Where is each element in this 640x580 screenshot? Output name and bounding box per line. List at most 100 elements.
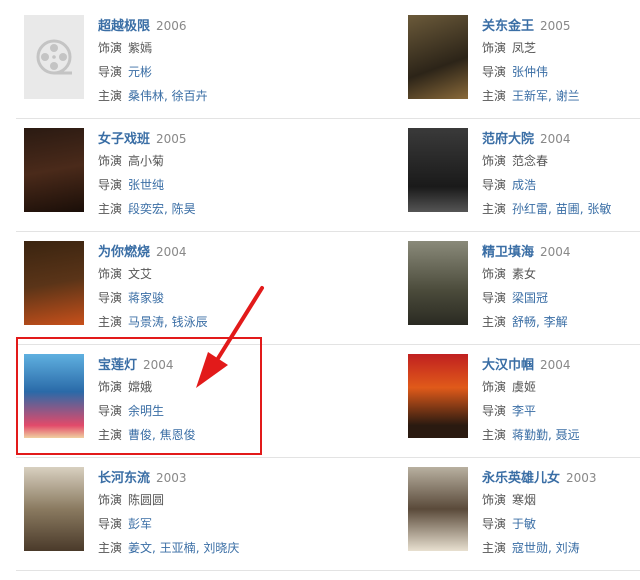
cast-label: 主演: [98, 202, 123, 216]
film-title-link[interactable]: 女子戏班: [98, 132, 150, 147]
title-line: 关东金王 2005: [482, 15, 640, 35]
cast-line: 主演 孙红雷, 苗圃, 张敏: [482, 198, 640, 220]
cast-label: 主演: [98, 541, 123, 555]
director-link[interactable]: 李平: [512, 404, 536, 418]
cast-line: 主演 王新军, 谢兰: [482, 85, 640, 107]
film-title-link[interactable]: 精卫填海: [482, 245, 534, 260]
film-info: 女子戏班 2005 饰演 高小菊 导演 张世纯 主演 段奕宏, 陈昊: [98, 128, 324, 220]
cast-member-link[interactable]: 王亚楠: [160, 541, 196, 555]
director-link[interactable]: 彭军: [128, 517, 152, 531]
role-name: 高小菊: [128, 154, 165, 168]
poster-image[interactable]: [408, 354, 468, 438]
cast-separator: ,: [164, 89, 172, 103]
role-label: 饰演: [98, 267, 123, 281]
cast-member-link[interactable]: 刘涛: [556, 541, 580, 555]
film-info: 关东金王 2005 饰演 凤芝 导演 张仲伟 主演 王新军, 谢兰: [482, 15, 640, 107]
cast-member-link[interactable]: 张敏: [587, 202, 611, 216]
cast-member-link[interactable]: 马景涛: [128, 315, 164, 329]
cast-member-link[interactable]: 李解: [544, 315, 568, 329]
director-label: 导演: [98, 65, 123, 79]
cast-line: 主演 段奕宏, 陈昊: [98, 198, 324, 220]
director-line: 导演 张仲伟: [482, 61, 640, 83]
film-title-link[interactable]: 大汉巾帼: [482, 358, 534, 373]
director-label: 导演: [98, 517, 123, 531]
row-divider: [16, 231, 640, 232]
director-line: 导演 李平: [482, 400, 640, 422]
role-name: 寒烟: [512, 493, 537, 507]
director-link[interactable]: 梁国冠: [512, 291, 548, 305]
film-title-link[interactable]: 范府大院: [482, 132, 534, 147]
cast-member-link[interactable]: 徐百卉: [172, 89, 208, 103]
director-link[interactable]: 张世纯: [128, 178, 164, 192]
director-link[interactable]: 张仲伟: [512, 65, 548, 79]
film-title-link[interactable]: 长河东流: [98, 471, 150, 486]
role-label: 饰演: [98, 41, 123, 55]
director-label: 导演: [98, 291, 123, 305]
role-name: 紫嫣: [128, 41, 153, 55]
cast-member-link[interactable]: 刘晓庆: [203, 541, 239, 555]
cast-line: 主演 舒畅, 李解: [482, 311, 640, 333]
role-name: 素女: [512, 267, 537, 281]
cast-member-link[interactable]: 钱泳辰: [172, 315, 208, 329]
cast-separator: ,: [536, 315, 544, 329]
film-year: 2003: [156, 471, 187, 485]
director-label: 导演: [482, 517, 507, 531]
film-info: 永乐英雄儿女 2003 饰演 寒烟 导演 于敏 主演 寇世勋, 刘涛: [482, 467, 640, 559]
director-link[interactable]: 成浩: [512, 178, 536, 192]
cast-member-link[interactable]: 寇世勋: [512, 541, 548, 555]
director-line: 导演 彭军: [98, 513, 324, 535]
film-year: 2004: [156, 245, 187, 259]
role-line: 饰演 紫嫣: [98, 37, 324, 59]
cast-member-link[interactable]: 段奕宏: [128, 202, 164, 216]
cast-member-link[interactable]: 蒋勤勤: [512, 428, 548, 442]
cast-member-link[interactable]: 舒畅: [512, 315, 536, 329]
film-title-link[interactable]: 为你燃烧: [98, 245, 150, 260]
poster-image[interactable]: [408, 241, 468, 325]
director-label: 导演: [482, 291, 507, 305]
director-label: 导演: [482, 65, 507, 79]
film-reel-placeholder-icon[interactable]: [24, 15, 84, 99]
film-info: 长河东流 2003 饰演 陈圆圆 导演 彭军 主演 姜文, 王亚楠, 刘晓庆: [98, 467, 324, 559]
director-label: 导演: [482, 178, 507, 192]
cast-separator: ,: [164, 315, 172, 329]
role-label: 饰演: [482, 267, 507, 281]
title-line: 大汉巾帼 2004: [482, 354, 640, 374]
cast-member-link[interactable]: 聂远: [556, 428, 580, 442]
role-line: 饰演 素女: [482, 263, 640, 285]
film-title-link[interactable]: 超越极限: [98, 19, 150, 34]
poster-image[interactable]: [408, 15, 468, 99]
title-line: 永乐英雄儿女 2003: [482, 467, 640, 487]
poster-image[interactable]: [408, 128, 468, 212]
cast-member-link[interactable]: 桑伟林: [128, 89, 164, 103]
film-year: 2004: [540, 132, 571, 146]
film-card: 范府大院 2004 饰演 范念春 导演 成浩 主演 孙红雷, 苗圃, 张敏: [408, 128, 640, 241]
poster-image[interactable]: [24, 128, 84, 212]
director-link[interactable]: 于敏: [512, 517, 536, 531]
cast-member-link[interactable]: 王新军: [512, 89, 548, 103]
director-link[interactable]: 元彬: [128, 65, 152, 79]
film-row: 长河东流 2003 饰演 陈圆圆 导演 彭军 主演 姜文, 王亚楠, 刘晓庆 永乐英雄儿女 200…: [0, 467, 640, 580]
director-link[interactable]: 蒋家骏: [128, 291, 164, 305]
role-name: 陈圆圆: [128, 493, 165, 507]
role-label: 饰演: [482, 493, 507, 507]
cast-label: 主演: [98, 315, 123, 329]
director-line: 导演 张世纯: [98, 174, 324, 196]
poster-image[interactable]: [24, 467, 84, 551]
title-line: 女子戏班 2005: [98, 128, 324, 148]
film-card: 女子戏班 2005 饰演 高小菊 导演 张世纯 主演 段奕宏, 陈昊: [24, 128, 324, 241]
cast-member-link[interactable]: 姜文: [128, 541, 152, 555]
director-line: 导演 蒋家骏: [98, 287, 324, 309]
film-title-link[interactable]: 关东金王: [482, 19, 534, 34]
filmography-grid: 超越极限 2006 饰演 紫嫣 导演 元彬 主演 桑伟林, 徐百卉 关东金王 2005 饰演 凤芝 导演…: [0, 0, 640, 572]
film-info: 范府大院 2004 饰演 范念春 导演 成浩 主演 孙红雷, 苗圃, 张敏: [482, 128, 640, 220]
role-line: 饰演 高小菊: [98, 150, 324, 172]
cast-member-link[interactable]: 孙红雷: [512, 202, 548, 216]
film-year: 2003: [566, 471, 597, 485]
cast-label: 主演: [482, 202, 507, 216]
cast-member-link[interactable]: 谢兰: [556, 89, 580, 103]
film-title-link[interactable]: 永乐英雄儿女: [482, 471, 560, 486]
cast-member-link[interactable]: 陈昊: [172, 202, 196, 216]
cast-member-link[interactable]: 苗圃: [556, 202, 580, 216]
poster-image[interactable]: [24, 241, 84, 325]
poster-image[interactable]: [408, 467, 468, 551]
